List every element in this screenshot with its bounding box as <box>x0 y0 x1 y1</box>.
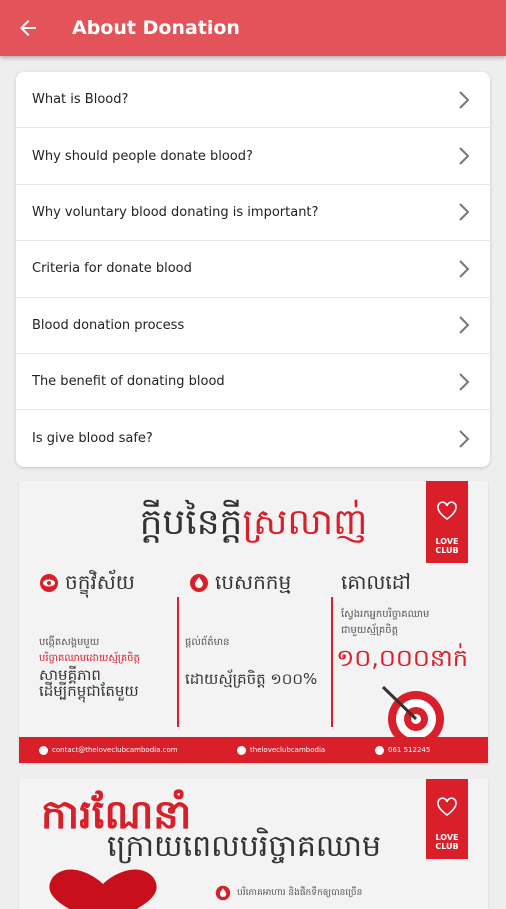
chevron-right-icon <box>459 147 470 165</box>
eye-icon <box>40 574 58 592</box>
back-button[interactable] <box>0 0 56 56</box>
list-item-label: Criteria for donate blood <box>32 261 192 277</box>
heart-graphic <box>49 869 157 909</box>
list-item[interactable]: Why should people donate blood? <box>16 128 490 185</box>
facebook-icon <box>237 745 246 755</box>
goal-heading: គោលដៅ <box>341 570 411 594</box>
goal-text: ស្វែងរកអ្នកបរិច្ចាគឈាម ជាមួយស្ម័គ្រចិត្ត <box>341 609 430 636</box>
list-item-label: Why voluntary blood donating is importan… <box>32 204 319 220</box>
chevron-right-icon <box>459 90 470 109</box>
chevron-right-icon <box>459 429 470 448</box>
chevron-right-icon <box>459 372 470 391</box>
list-item-label: The benefit of donating blood <box>32 374 225 390</box>
list-item[interactable]: Why voluntary blood donating is importan… <box>16 185 490 242</box>
list-item-label: Is give blood safe? <box>32 431 153 447</box>
vision-text: បង្កើតសង្គមមួយ បរិច្ចាគឈាមដោយស្ម័គ្រចិត្… <box>39 637 140 700</box>
app-bar: About Donation <box>0 0 506 56</box>
target-icon <box>381 685 444 741</box>
list-item-label: Why should people donate blood? <box>32 148 253 164</box>
goal-number: ១០,០០០នាក់ <box>336 644 468 672</box>
list-item[interactable]: Criteria for donate blood <box>16 241 490 298</box>
banner-subtitle: ក្រោយពេលបរិច្ចាគឈាម <box>107 829 382 864</box>
mission-banner[interactable]: LOVE CLUB ក្ដីបនៃក្ដីស្រលាញ់ ចក្ខុវិស័យ ប… <box>19 481 488 763</box>
aftercare-text: បរិភោគអាហារ និងផឹកទឹកឲ្យបានច្រើន <box>237 888 363 898</box>
mission-heading: បេសកកម្ម <box>215 570 292 594</box>
drop-icon <box>190 574 208 592</box>
list-item-label: Blood donation process <box>32 317 185 333</box>
aftercare-banner[interactable]: LOVE CLUB ការណែនាំ ក្រោយពេលបរិច្ចាគឈាម បរ… <box>19 779 488 909</box>
arrow-left-icon <box>20 20 36 36</box>
vision-heading: ចក្ខុវិស័យ <box>65 570 135 594</box>
email-icon <box>39 745 48 755</box>
phone-icon <box>375 745 384 755</box>
chevron-right-icon <box>459 203 470 222</box>
list-item[interactable]: Is give blood safe? <box>16 410 490 466</box>
banner-title: ក្ដីបនៃក្ដីស្រលាញ់ <box>139 502 368 543</box>
list-item-label: What is Blood? <box>32 92 129 108</box>
drop-icon <box>215 885 231 901</box>
list-item[interactable]: What is Blood? <box>16 72 490 129</box>
heart-icon <box>437 797 457 816</box>
chevron-right-icon <box>459 260 470 278</box>
topics-list: What is Blood? Why should people donate … <box>16 72 490 467</box>
banner-footer: contact@theloveclubcambodia.com thelovec… <box>19 737 488 763</box>
page-title: About Donation <box>72 17 240 39</box>
mission-text: ផ្ដល់ព័ត៌មាន ដោយស្ម័គ្រចិត្ត ១០០% <box>185 637 318 688</box>
love-club-logo: LOVE CLUB <box>426 779 468 859</box>
chevron-right-icon <box>459 316 470 334</box>
list-item[interactable]: Blood donation process <box>16 298 490 354</box>
list-item[interactable]: The benefit of donating blood <box>16 354 490 411</box>
